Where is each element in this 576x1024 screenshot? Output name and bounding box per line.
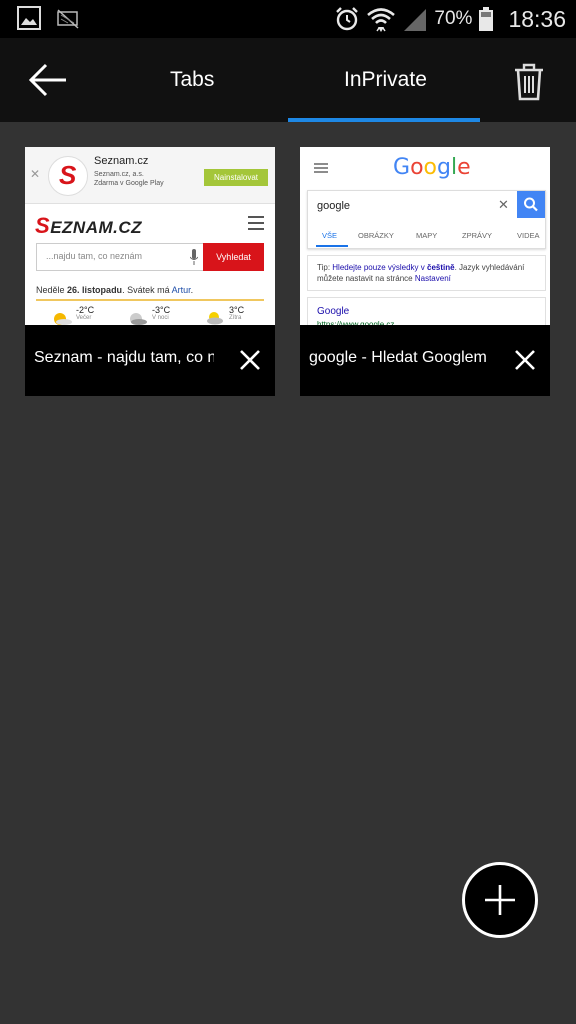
google-tab-maps: MAPY <box>416 231 438 240</box>
tab-card-google[interactable]: Google google ✕ VŠE OBRÁZKY MAPY ZPRÁVY … <box>300 147 550 396</box>
tab-caption: google - Hledat Googlem <box>300 325 550 396</box>
tab-tabs[interactable]: Tabs <box>170 68 214 92</box>
install-button: Nainstalovat <box>204 169 268 186</box>
app-store-note: Zdarma v Google Play <box>94 180 164 187</box>
seznam-app-logo: S <box>48 156 88 196</box>
app-install-banner: ✕ S Seznam.cz Seznam.cz, a.s. Zdarma v G… <box>25 147 275 204</box>
google-search-box: google ✕ VŠE OBRÁZKY MAPY ZPRÁVY VIDEA <box>307 190 546 249</box>
search-icon <box>524 197 538 212</box>
moon-cloud-icon <box>130 313 147 325</box>
snow-cloud-icon <box>207 312 223 325</box>
battery-percentage: 70% <box>434 8 473 29</box>
hamburger-menu-icon <box>314 163 328 173</box>
app-name: Seznam.cz <box>94 155 149 167</box>
alarm-icon <box>336 7 359 31</box>
google-tab-news: ZPRÁVY <box>462 231 493 240</box>
status-bar: 70% 18:36 <box>0 0 576 38</box>
date-line: Neděle 26. listopadu. Svátek má Artur. <box>36 285 194 295</box>
tab-title: google - Hledat Googlem <box>309 349 487 366</box>
weather-night: -3°C V noci <box>152 305 171 321</box>
weather-tomorrow: 3°C Zítra <box>229 305 245 321</box>
wifi-icon <box>367 8 396 32</box>
sun-cloud-icon <box>54 313 72 325</box>
google-active-tab-line <box>316 245 348 247</box>
google-search-value: google <box>317 200 351 212</box>
google-tabs: VŠE OBRÁZKY MAPY ZPRÁVY VIDEA <box>308 228 545 248</box>
battery-icon <box>479 7 494 31</box>
trash-icon[interactable] <box>512 62 546 102</box>
clear-icon: ✕ <box>498 197 509 212</box>
tab-inprivate[interactable]: InPrivate <box>344 68 427 92</box>
google-search-button <box>517 191 545 218</box>
app-publisher: Seznam.cz, a.s. <box>94 171 144 178</box>
arrow-left-icon[interactable] <box>26 60 70 100</box>
tab-card-seznam[interactable]: ✕ S Seznam.cz Seznam.cz, a.s. Zdarma v G… <box>25 147 275 396</box>
tabs-toolbar: Tabs InPrivate <box>0 38 576 122</box>
weather-evening: -2°C Večer <box>76 305 95 321</box>
seznam-search-input: ...najdu tam, co neznám <box>36 243 204 271</box>
google-logo: Google <box>393 155 471 180</box>
gallery-icon <box>17 6 41 30</box>
microphone-icon <box>190 249 198 265</box>
plus-icon <box>485 885 515 915</box>
active-tab-indicator <box>288 118 480 122</box>
google-tab-all: VŠE <box>322 231 338 240</box>
google-tab-videos: VIDEA <box>517 231 540 240</box>
seznam-logo: SEZNAM.CZ <box>35 213 143 238</box>
close-tab-icon[interactable] <box>239 349 261 371</box>
seznam-search-button: Vyhledat <box>203 243 264 271</box>
result-title: Google <box>317 306 350 317</box>
divider <box>36 299 264 301</box>
close-tab-icon[interactable] <box>514 349 536 371</box>
close-banner-icon: ✕ <box>30 167 41 181</box>
clock: 18:36 <box>508 5 566 32</box>
new-tab-button[interactable] <box>462 862 538 938</box>
sim-off-icon <box>57 9 79 29</box>
google-language-tip: Tip: Hledejte pouze výsledky v češtině. … <box>307 255 546 291</box>
tab-title: Seznam - najdu tam, co neznám <box>34 349 214 366</box>
hamburger-menu-icon <box>248 216 264 230</box>
signal-icon <box>404 9 427 31</box>
tab-caption: Seznam - najdu tam, co neznám <box>25 325 275 396</box>
google-tab-images: OBRÁZKY <box>358 231 394 240</box>
